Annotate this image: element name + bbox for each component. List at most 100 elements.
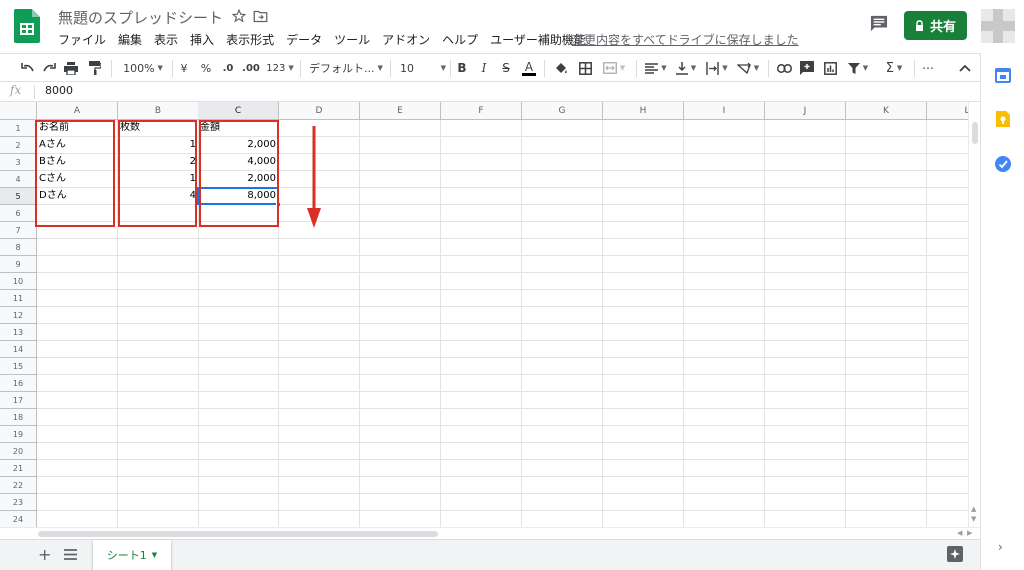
cell-i8[interactable] [684, 239, 765, 256]
cell-c24[interactable] [198, 511, 279, 527]
cell-a11[interactable] [37, 290, 118, 307]
cell-e12[interactable] [360, 307, 441, 324]
cell-i13[interactable] [684, 324, 765, 341]
cell-c21[interactable] [198, 460, 279, 477]
cell-e20[interactable] [360, 443, 441, 460]
cell-f6[interactable] [441, 205, 522, 222]
cell-l20[interactable] [927, 443, 968, 460]
insert-chart-button[interactable] [822, 59, 838, 77]
cell-k13[interactable] [846, 324, 927, 341]
cell-b5[interactable]: 4 [118, 188, 199, 205]
cell-c19[interactable] [198, 426, 279, 443]
cell-g21[interactable] [522, 460, 603, 477]
cell-d22[interactable] [279, 477, 360, 494]
cell-c2[interactable]: 2,000 [198, 137, 279, 154]
cell-i22[interactable] [684, 477, 765, 494]
cell-b15[interactable] [118, 358, 199, 375]
cell-k17[interactable] [846, 392, 927, 409]
cell-a23[interactable] [37, 494, 118, 511]
row-header-4[interactable]: 4 [0, 171, 37, 188]
cell-f20[interactable] [441, 443, 522, 460]
cell-h18[interactable] [603, 409, 684, 426]
cell-h8[interactable] [603, 239, 684, 256]
cell-b3[interactable]: 2 [118, 154, 199, 171]
cell-k24[interactable] [846, 511, 927, 527]
cell-j7[interactable] [765, 222, 846, 239]
document-title[interactable]: 無題のスプレッドシート [58, 7, 223, 28]
row-header-23[interactable]: 23 [0, 494, 37, 511]
font-size-select[interactable]: 10 ▼ [396, 59, 446, 77]
cell-e5[interactable] [360, 188, 441, 205]
cell-l4[interactable] [927, 171, 968, 188]
row-header-17[interactable]: 17 [0, 392, 37, 409]
cell-k3[interactable] [846, 154, 927, 171]
cell-e15[interactable] [360, 358, 441, 375]
cell-a2[interactable]: Aさん [37, 137, 118, 154]
row-header-7[interactable]: 7 [0, 222, 37, 239]
cell-b11[interactable] [118, 290, 199, 307]
cell-h11[interactable] [603, 290, 684, 307]
cell-j22[interactable] [765, 477, 846, 494]
cell-i6[interactable] [684, 205, 765, 222]
star-icon[interactable] [232, 9, 246, 23]
cell-l5[interactable] [927, 188, 968, 205]
cell-g15[interactable] [522, 358, 603, 375]
cell-a18[interactable] [37, 409, 118, 426]
cell-k21[interactable] [846, 460, 927, 477]
cell-e14[interactable] [360, 341, 441, 358]
insert-comment-button[interactable] [799, 59, 815, 77]
scroll-down-arrow-icon[interactable]: ▼ [971, 515, 976, 523]
cell-f7[interactable] [441, 222, 522, 239]
row-header-24[interactable]: 24 [0, 511, 37, 527]
more-formats-select[interactable]: 123 ▼ [265, 59, 295, 77]
cell-h21[interactable] [603, 460, 684, 477]
cell-j13[interactable] [765, 324, 846, 341]
cell-f18[interactable] [441, 409, 522, 426]
cell-b21[interactable] [118, 460, 199, 477]
cell-b22[interactable] [118, 477, 199, 494]
cell-f19[interactable] [441, 426, 522, 443]
cell-j4[interactable] [765, 171, 846, 188]
cell-i20[interactable] [684, 443, 765, 460]
account-avatar[interactable] [981, 9, 1015, 43]
menu-data[interactable]: データ [286, 31, 322, 48]
column-header-g[interactable]: G [522, 102, 603, 120]
cell-b17[interactable] [118, 392, 199, 409]
cell-e24[interactable] [360, 511, 441, 527]
column-header-b[interactable]: B [118, 102, 199, 120]
column-header-k[interactable]: K [846, 102, 927, 120]
cell-h4[interactable] [603, 171, 684, 188]
cell-j9[interactable] [765, 256, 846, 273]
currency-format-button[interactable]: ¥ [178, 59, 190, 77]
select-all-corner[interactable] [0, 102, 37, 120]
cell-g9[interactable] [522, 256, 603, 273]
cell-e7[interactable] [360, 222, 441, 239]
cell-c17[interactable] [198, 392, 279, 409]
column-header-f[interactable]: F [441, 102, 522, 120]
zoom-select[interactable]: 100% ▼ [120, 59, 166, 77]
cell-g2[interactable] [522, 137, 603, 154]
cell-i1[interactable] [684, 120, 765, 137]
cell-k9[interactable] [846, 256, 927, 273]
cell-a7[interactable] [37, 222, 118, 239]
row-header-8[interactable]: 8 [0, 239, 37, 256]
cell-k7[interactable] [846, 222, 927, 239]
all-sheets-menu-icon[interactable] [64, 549, 77, 560]
cell-e8[interactable] [360, 239, 441, 256]
cell-a3[interactable]: Bさん [37, 154, 118, 171]
cell-e19[interactable] [360, 426, 441, 443]
cell-f23[interactable] [441, 494, 522, 511]
fill-color-button[interactable] [553, 59, 569, 77]
sheet-tab-active[interactable]: シート1 ▼ [93, 540, 171, 570]
row-header-22[interactable]: 22 [0, 477, 37, 494]
add-sheet-button[interactable]: + [38, 545, 51, 564]
cell-e23[interactable] [360, 494, 441, 511]
cell-e10[interactable] [360, 273, 441, 290]
cell-h6[interactable] [603, 205, 684, 222]
cell-d19[interactable] [279, 426, 360, 443]
cell-d24[interactable] [279, 511, 360, 527]
cell-f9[interactable] [441, 256, 522, 273]
cell-f3[interactable] [441, 154, 522, 171]
cell-j5[interactable] [765, 188, 846, 205]
cell-i5[interactable] [684, 188, 765, 205]
